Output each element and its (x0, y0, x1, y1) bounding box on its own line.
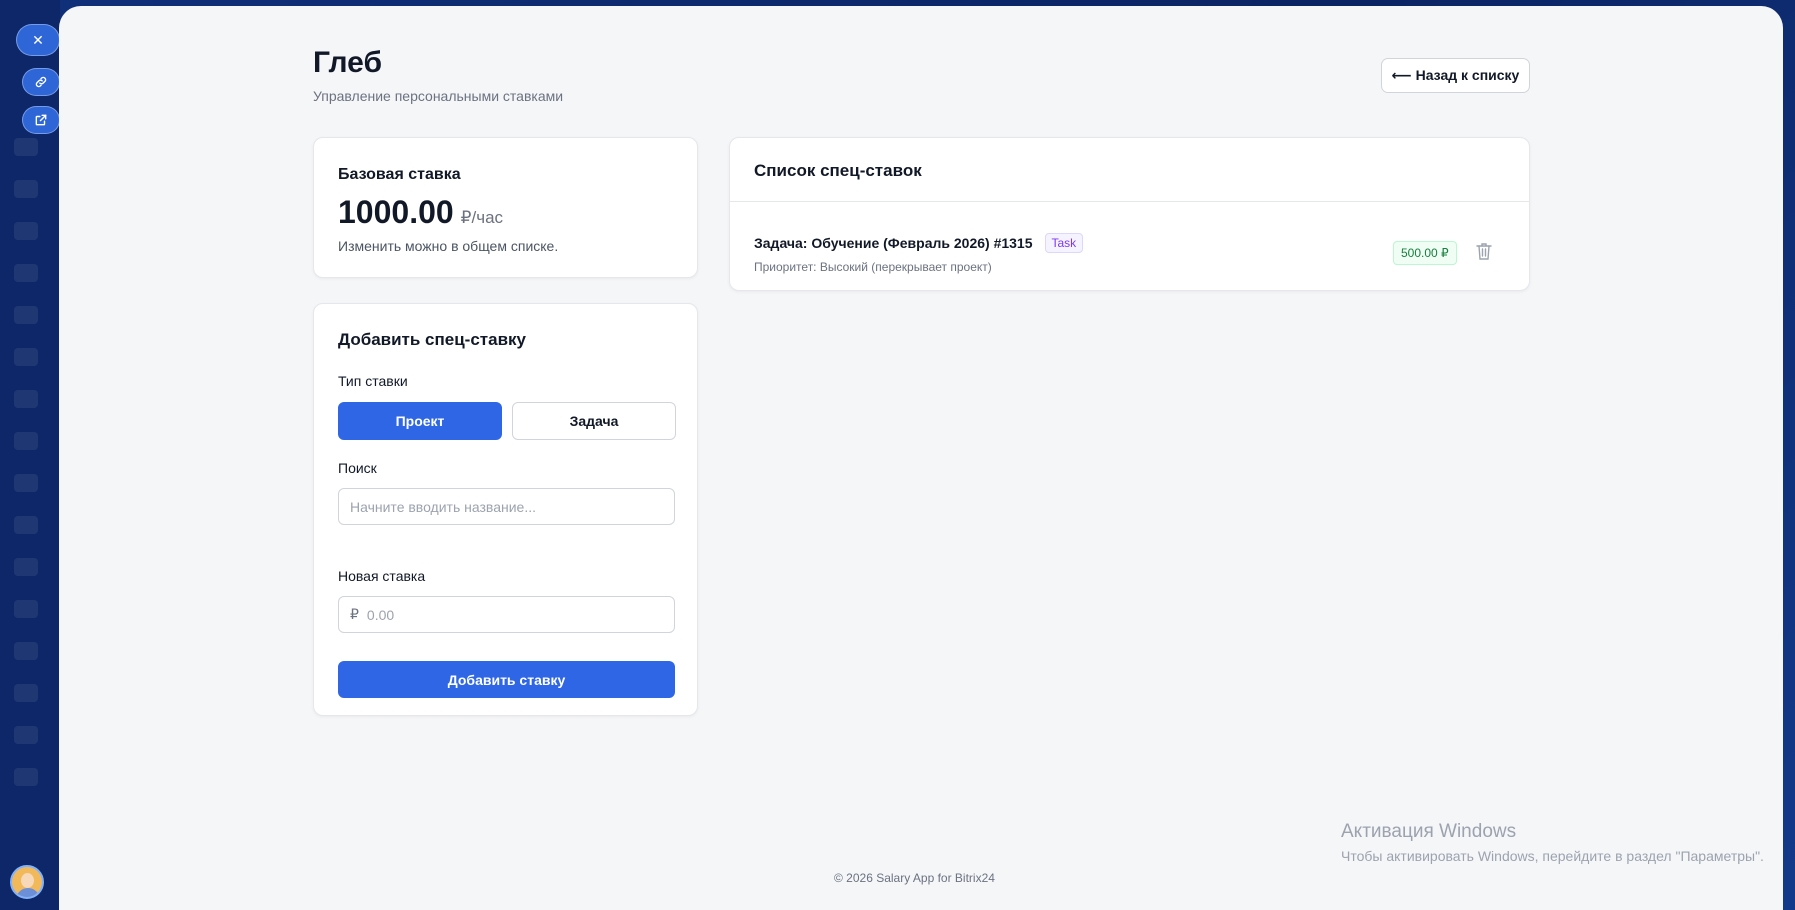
sidebar-icon (14, 726, 38, 744)
sidebar-icon (14, 516, 38, 534)
rate-amount-badge: 500.00 ₽ (1393, 241, 1457, 265)
windows-activation-title: Активация Windows (1341, 821, 1517, 842)
sidebar-icon (14, 558, 38, 576)
base-rate-label: Базовая ставка (338, 166, 461, 183)
type-task-button[interactable]: Задача (512, 402, 676, 440)
base-rate-unit: ₽/час (460, 208, 504, 227)
special-rates-card: Список спец-ставок Задача: Обучение (Фев… (729, 137, 1530, 291)
base-rate-card: Базовая ставка 1000.00 ₽/час Изменить мо… (313, 137, 698, 278)
close-icon: ✕ (32, 31, 44, 48)
sidebar-icon (14, 768, 38, 786)
new-rate-field: ₽ (338, 596, 675, 633)
new-rate-input[interactable] (366, 606, 674, 623)
avatar-face (21, 873, 34, 888)
new-rate-label: Новая ставка (338, 568, 426, 584)
trash-icon[interactable] (1476, 242, 1492, 260)
sidebar-icon (14, 390, 38, 408)
back-to-list-button[interactable]: ⟵ Назад к списку (1381, 58, 1530, 93)
sidebar-icon (14, 432, 38, 450)
rates-panel: Глеб Управление персональными ставками ⟵… (59, 6, 1783, 910)
background-sidebar (0, 0, 60, 910)
open-new-window-button[interactable] (22, 106, 60, 134)
sidebar-icon (14, 264, 38, 282)
page-subtitle: Управление персональными ставками (313, 88, 564, 104)
page-title: Глеб (313, 46, 382, 79)
sidebar-icon (14, 348, 38, 366)
special-rates-title: Список спец-ставок (754, 161, 922, 180)
rate-item-priority: Приоритет: Высокий (перекрывает проект) (754, 260, 992, 274)
sidebar-icon (14, 180, 38, 198)
sidebar-icon (14, 642, 38, 660)
search-field (338, 488, 675, 525)
sidebar-icon (14, 684, 38, 702)
external-link-icon (35, 114, 47, 126)
rate-type-label: Тип ставки (338, 373, 408, 389)
link-icon (35, 76, 47, 88)
sidebar-icon (14, 600, 38, 618)
copy-link-button[interactable] (22, 68, 60, 96)
search-label: Поиск (338, 460, 377, 476)
add-rate-title: Добавить спец-ставку (338, 330, 526, 349)
type-project-button[interactable]: Проект (338, 402, 502, 440)
add-rate-button[interactable]: Добавить ставку (338, 661, 675, 698)
user-avatar[interactable] (10, 865, 44, 899)
ruble-icon: ₽ (350, 606, 359, 622)
sidebar-icon (14, 138, 38, 156)
rate-type-badge: Task (1044, 233, 1084, 253)
sidebar-icon (14, 474, 38, 492)
rate-item-name: Задача: Обучение (Февраль 2026) #1315 (754, 235, 1033, 251)
sidebar-icon (14, 222, 38, 240)
base-rate-value: 1000.00 (338, 194, 454, 230)
close-panel-button[interactable]: ✕ (16, 24, 60, 56)
add-rate-card: Добавить спец-ставку Тип ставки Проект З… (313, 303, 698, 716)
sidebar-icon (14, 306, 38, 324)
rate-item-title: Задача: Обучение (Февраль 2026) #1315 Ta… (754, 233, 1084, 253)
search-input[interactable] (350, 498, 674, 515)
footer-copyright: © 2026 Salary App for Bitrix24 (834, 871, 995, 885)
base-rate-value-row: 1000.00 ₽/час (338, 194, 503, 231)
divider (730, 201, 1529, 202)
windows-activation-subtitle: Чтобы активировать Windows, перейдите в … (1341, 848, 1764, 864)
base-rate-note: Изменить можно в общем списке. (338, 238, 559, 254)
